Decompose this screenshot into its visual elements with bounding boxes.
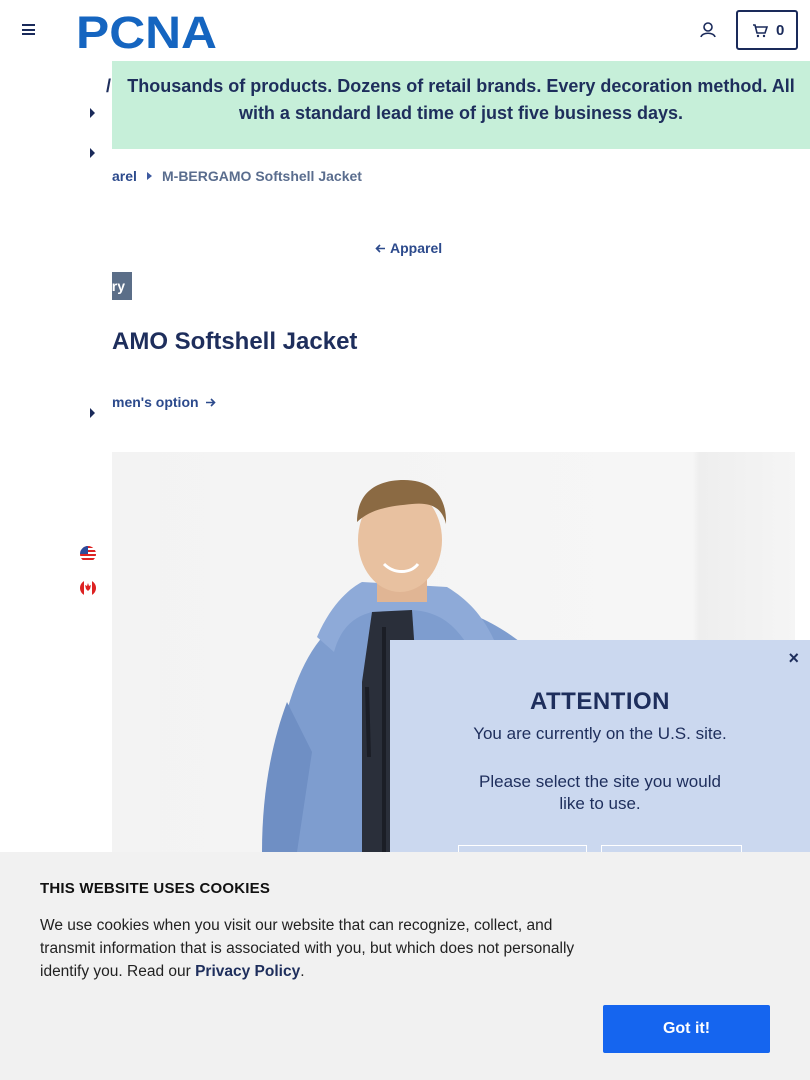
us-flag-icon[interactable] [80, 546, 96, 562]
pcna-logo[interactable]: PCNA [76, 11, 224, 50]
category-badge: ry [112, 272, 132, 300]
canada-flag-icon[interactable] [80, 580, 96, 596]
cart-count: 0 [776, 22, 785, 39]
back-link-label: Apparel [390, 240, 443, 256]
cookie-banner: THIS WEBSITE USES COOKIES We use cookies… [0, 852, 810, 1080]
promo-leading-fragment: / [106, 76, 112, 96]
cookie-title: THIS WEBSITE USES COOKIES [40, 880, 271, 897]
back-to-category-link[interactable]: Apparel [375, 240, 442, 256]
svg-text:PCNA: PCNA [76, 11, 217, 50]
cart-icon [753, 24, 768, 38]
accept-cookies-button[interactable]: Got it! [603, 1005, 770, 1053]
menu-caret-icon[interactable] [90, 148, 95, 158]
arrow-left-icon [375, 244, 385, 253]
modal-instruction-text: Please select the site you would like to… [479, 772, 721, 813]
cookie-body-end: . [300, 963, 305, 980]
breadcrumb-current: M-BERGAMO Softshell Jacket [162, 168, 362, 184]
close-icon[interactable]: × [788, 648, 799, 669]
cart-button[interactable]: 0 [736, 10, 798, 50]
account-icon[interactable] [699, 21, 717, 39]
privacy-policy-link[interactable]: Privacy Policy [195, 963, 300, 980]
breadcrumb-separator-icon [147, 172, 152, 180]
cookie-body: We use cookies when you visit our websit… [40, 914, 610, 983]
menu-caret-icon[interactable] [90, 108, 95, 118]
modal-title: ATTENTION [529, 688, 671, 715]
site-header: PCNA 0 [0, 0, 810, 61]
hamburger-menu-icon[interactable] [22, 24, 35, 35]
menu-caret-icon[interactable] [90, 408, 95, 418]
site-selection-modal: × ATTENTION You are currently on the U.S… [390, 640, 810, 865]
breadcrumb-parent-link[interactable]: arel [112, 168, 137, 184]
option-link-label: men's option [112, 394, 199, 410]
product-title: AMO Softshell Jacket [112, 328, 358, 355]
promo-banner: / Thousands of products. Dozens of retai… [106, 61, 810, 149]
cookie-body-text: We use cookies when you visit our websit… [40, 917, 575, 980]
modal-current-site-text: You are currently on the U.S. site. [473, 724, 727, 743]
promo-text: Thousands of products. Dozens of retail … [127, 76, 795, 123]
alternate-option-link[interactable]: men's option [112, 394, 217, 410]
arrow-right-icon [206, 398, 217, 407]
